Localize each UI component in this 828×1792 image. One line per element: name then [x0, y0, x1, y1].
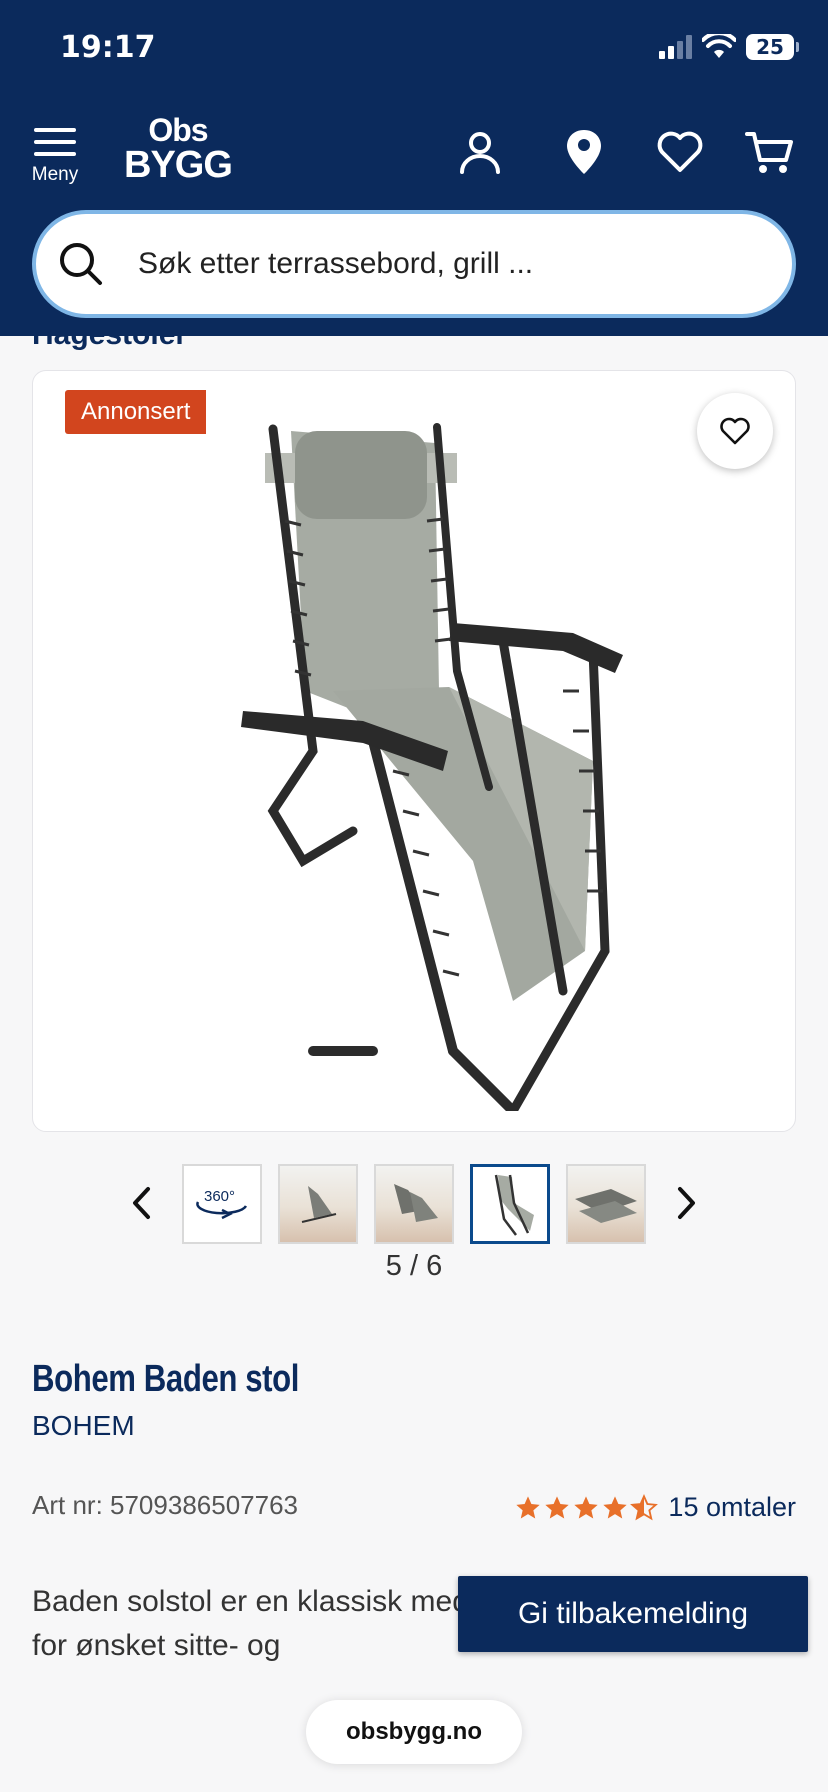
site-header: 19:17 25 Meny Obs BYGG [0, 0, 828, 336]
thumb-360-label: 360° [204, 1188, 235, 1205]
search-icon [60, 243, 102, 285]
menu-button[interactable]: Meny [30, 128, 80, 186]
thumbnail-chairs-lying[interactable] [566, 1164, 646, 1244]
hamburger-icon [30, 128, 80, 156]
thumbnail-image [394, 1184, 438, 1222]
wifi-icon [702, 34, 736, 58]
status-icons: 25 [659, 34, 799, 60]
browser-url-pill[interactable]: obsbygg.no [306, 1700, 522, 1764]
feedback-button[interactable]: Gi tilbakemelding [458, 1576, 808, 1652]
thumbnail-360[interactable]: 360° [182, 1164, 262, 1244]
thumbnail-image [575, 1189, 637, 1223]
star-icon [516, 1495, 541, 1518]
carousel-prev-button[interactable] [122, 1178, 162, 1228]
product-image [241, 423, 623, 1111]
search-input[interactable] [138, 247, 758, 281]
product-image-card[interactable]: Annonsert [32, 370, 796, 1132]
product-rating[interactable]: 15 omtaler [514, 1492, 796, 1523]
reviews-link[interactable]: 15 omtaler [668, 1492, 796, 1523]
star-icon [603, 1495, 628, 1518]
carousel-next-button[interactable] [666, 1178, 706, 1228]
image-carousel: 360° [0, 1162, 828, 1246]
thumbnail-image [494, 1174, 534, 1236]
heart-icon[interactable] [654, 126, 706, 178]
menu-label: Meny [31, 164, 79, 185]
favorite-button[interactable] [697, 393, 773, 469]
status-time: 19:17 [60, 30, 156, 65]
cart-icon[interactable] [744, 126, 796, 178]
rotate-360-icon: 360° [196, 1188, 248, 1220]
star-icon [574, 1495, 599, 1518]
obs-bygg-logo[interactable]: Obs BYGG [124, 114, 233, 184]
product-brand[interactable]: BOHEM [32, 1410, 135, 1442]
star-half-icon [630, 1493, 659, 1520]
search-bar[interactable] [32, 210, 796, 318]
rating-stars [514, 1493, 659, 1522]
image-pager: 5 / 6 [385, 1250, 443, 1282]
thumbnail-image [301, 1186, 337, 1223]
account-icon[interactable] [454, 126, 506, 178]
chevron-right-icon [678, 1187, 695, 1219]
thumbnail-chairs-on-beach[interactable] [374, 1164, 454, 1244]
chevron-left-icon [133, 1187, 150, 1219]
star-icon [545, 1495, 570, 1518]
product-title: Bohem Baden stol [32, 1358, 299, 1400]
thumbnail-chair-front[interactable] [470, 1164, 550, 1244]
battery-icon: 25 [746, 34, 799, 60]
heart-icon [720, 417, 750, 445]
sponsored-badge: Annonsert [65, 390, 207, 434]
thumbnail-chair-on-beach[interactable] [278, 1164, 358, 1244]
cellular-signal-icon [659, 35, 692, 59]
article-number: Art nr: 5709386507763 [32, 1490, 298, 1520]
location-pin-icon[interactable] [558, 126, 610, 178]
